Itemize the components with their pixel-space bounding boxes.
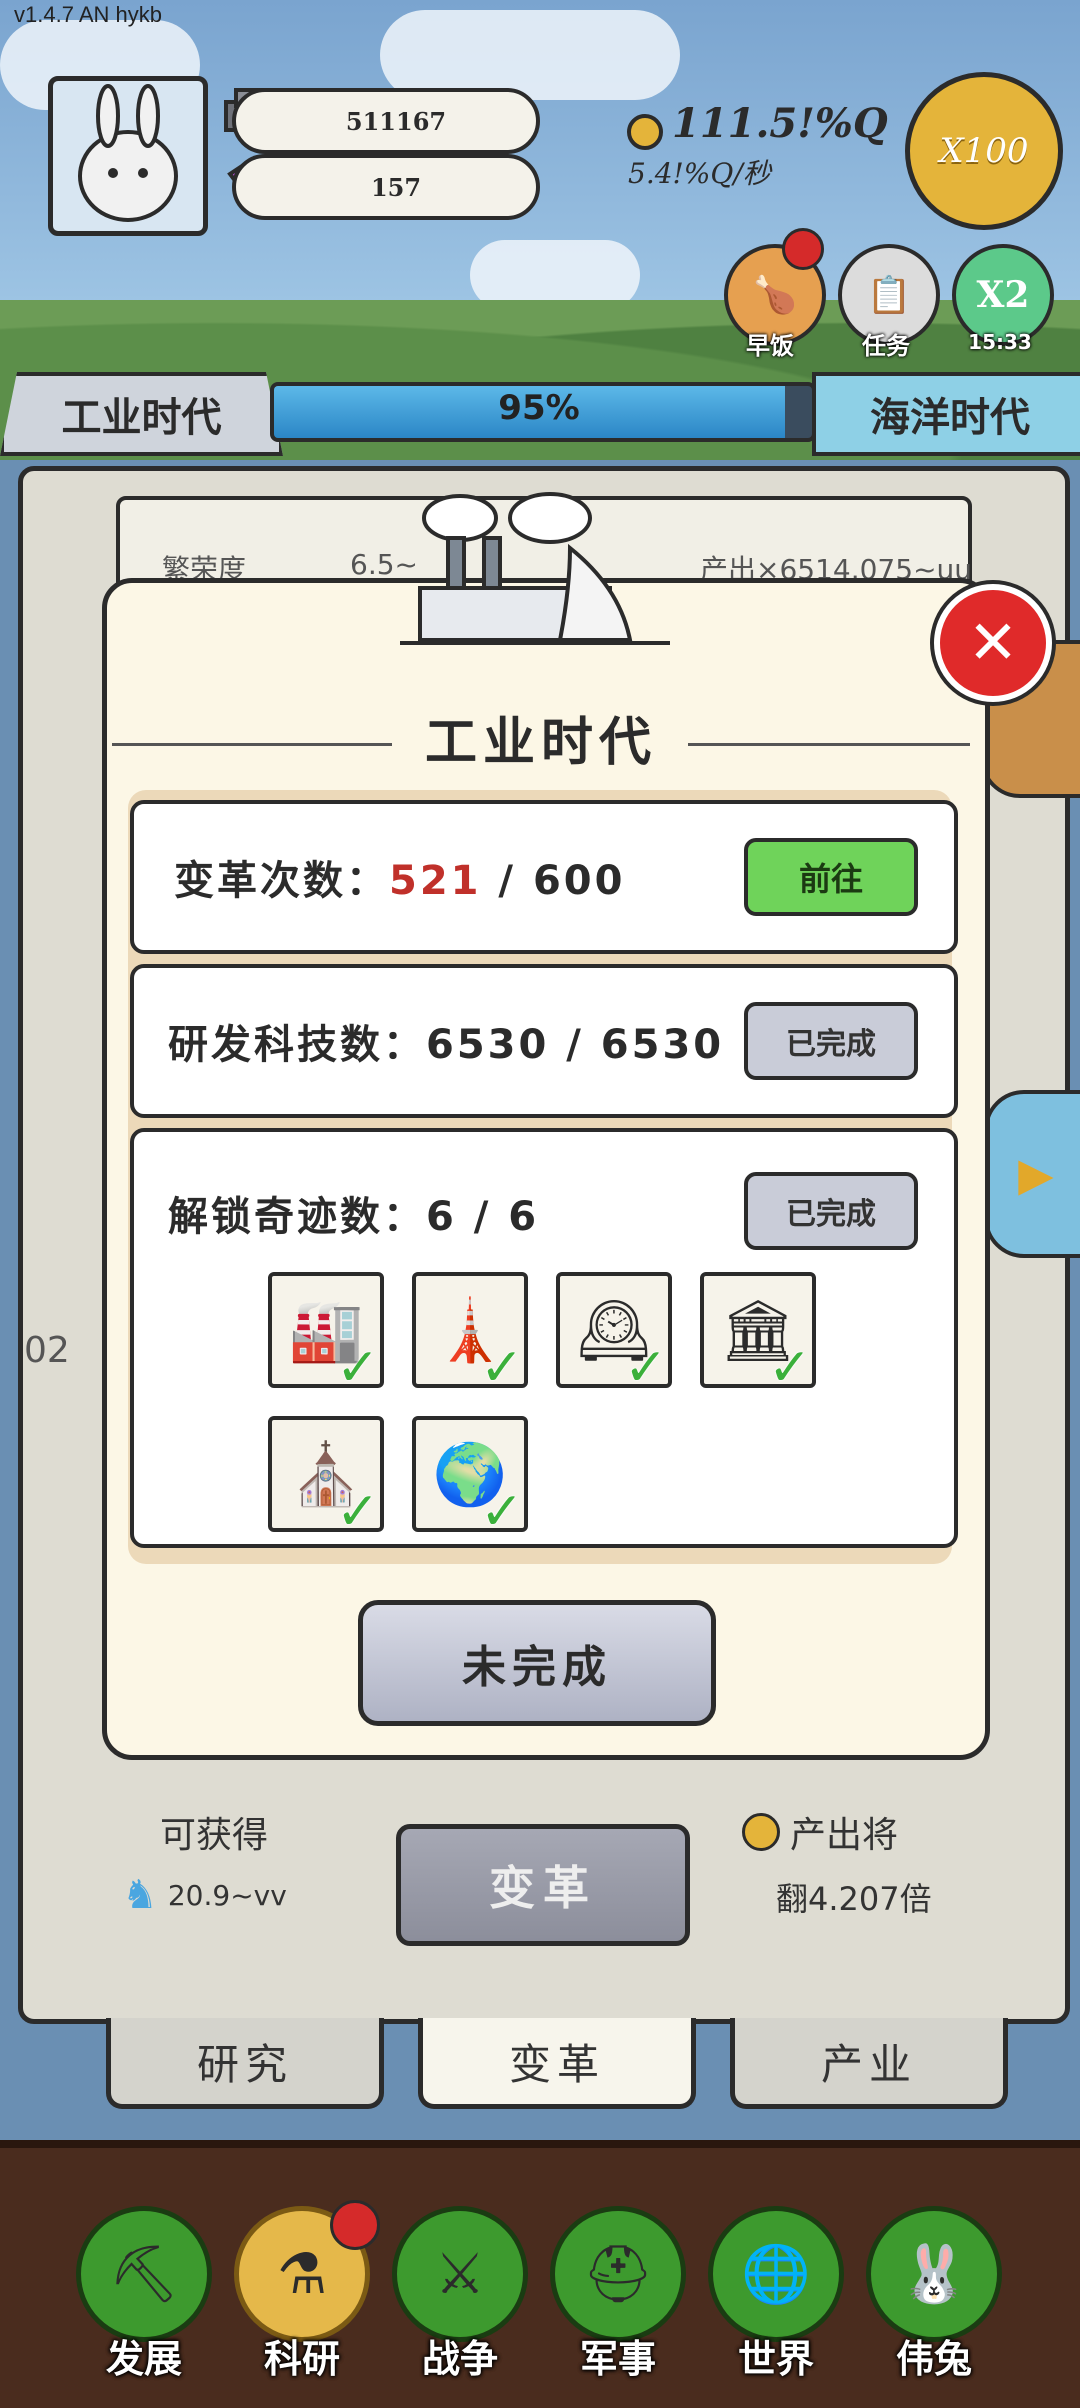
side-play-tab[interactable]: ▶ [984,1090,1080,1258]
rabbit-avatar-icon [78,84,178,222]
tech-count-value: 6530 / 6530 [426,1022,725,1068]
tab-research[interactable]: 研究 [106,2018,384,2109]
background-mark: 02 [24,1330,70,1371]
check-icon: ✓ [768,1338,812,1398]
gold-coin-icon [742,1813,780,1851]
output-value: 翻4.207倍 [776,1880,932,1918]
nav-world[interactable]: 🌐 世界 [708,2206,844,2386]
next-era-tab[interactable]: 海洋时代 [812,372,1080,456]
reform-count-label: 变革次数：521 / 600 [174,858,626,904]
modal-title: 工业时代 [424,713,657,773]
stone-counter: 511167 [232,88,540,154]
current-era-tab[interactable]: 工业时代 [0,372,283,456]
incomplete-button[interactable]: 未完成 [358,1600,716,1726]
x2-icon: X2 [976,274,1030,316]
close-icon: ✕ [967,608,1019,678]
wonders-count-value: 6 / 6 [426,1194,540,1240]
title-divider-right [688,743,970,746]
check-icon: ✓ [624,1338,668,1398]
multiplier-button[interactable]: X100 [905,72,1063,230]
tab-reform[interactable]: 变革 [418,2018,696,2109]
wonders-count-label: 解锁奇迹数：6 / 6 [168,1194,540,1240]
player-avatar[interactable] [48,76,208,236]
tech-completed-button[interactable]: 已完成 [744,1002,918,1080]
check-icon: ✓ [480,1482,524,1542]
gold-amount: 111.5!%Q [672,100,888,147]
tech-count-label: 研发科技数：6530 / 6530 [168,1022,725,1068]
nav-develop[interactable]: ⛏ 发展 [76,2206,212,2386]
reform-count-total: 600 [532,858,626,904]
helmet-icon: ⛑ [550,2206,686,2342]
factory-icon [400,488,680,662]
check-icon: ✓ [336,1482,380,1542]
reform-count-current: 521 [389,858,482,904]
nav-great-rabbit[interactable]: 🐰 伟兔 [866,2206,1002,2386]
go-button[interactable]: 前往 [744,838,918,916]
double-speed-timer: 15:33 [968,330,1032,354]
close-button[interactable]: ✕ [934,584,1052,702]
chicken-leg-icon: 🍗 [752,275,798,316]
version-label: v1.4.7 AN hykb [14,2,162,27]
wonders-completed-button[interactable]: 已完成 [744,1172,918,1250]
rabbit-icon: ♞ [122,1872,158,1918]
nav-war[interactable]: ⚔ 战争 [392,2206,528,2386]
obtain-title: 可获得 [160,1815,269,1856]
notification-dot [330,2200,380,2250]
nav-military[interactable]: ⛑ 军事 [550,2206,686,2386]
reform-button[interactable]: 变革 [396,1824,690,1946]
breakfast-label: 早饭 [746,332,794,360]
clipboard-icon: 📋 [866,275,912,316]
swords-icon: ⚔ [392,2206,528,2342]
rabbit-portrait-icon: 🐰 [866,2206,1002,2342]
obtain-value: ♞ 20.9~vv [122,1872,287,1918]
gold-rate: 5.4!%Q/秒 [628,157,771,190]
era-progress-label: 95% [498,388,580,428]
world-icon: 🌐 [708,2206,844,2342]
tasks-label: 任务 [862,332,910,360]
play-arrow-icon: ▶ [1018,1147,1054,1201]
cloud [380,10,680,100]
check-icon: ✓ [336,1338,380,1398]
tab-industry[interactable]: 产业 [730,2018,1008,2109]
axe-icon: ⛏ [76,2206,212,2342]
notification-dot [782,228,824,270]
gold-coin-icon [625,112,669,156]
gem-counter: 157 [232,154,540,220]
output-title: 产出将 [742,1806,898,1858]
check-icon: ✓ [480,1338,524,1398]
